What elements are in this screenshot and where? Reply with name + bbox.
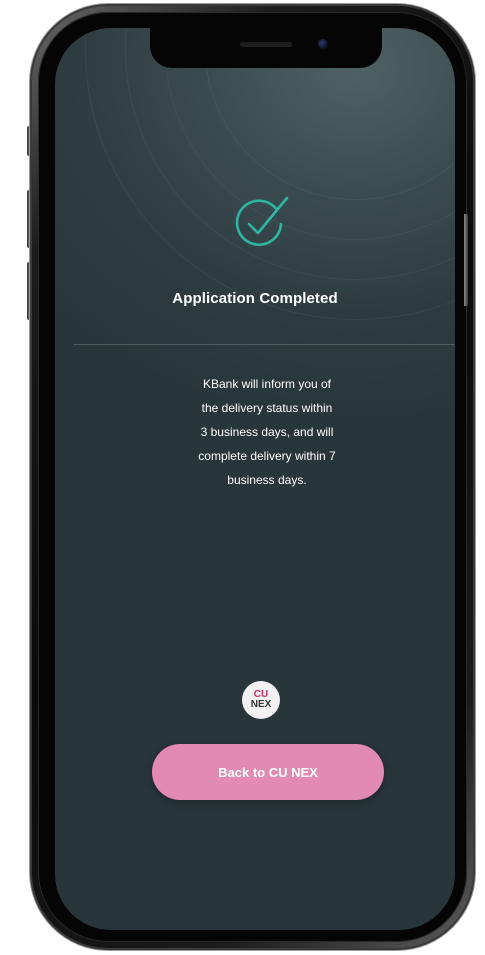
speaker-grille [240,42,292,47]
message-line: complete delivery within 7 [198,449,336,463]
message-line: the delivery status within [201,401,333,415]
logo-text-nex: NEX [250,699,272,710]
message-line: KBank will inform you of [202,377,332,391]
background-ripple [85,28,455,320]
back-to-cu-nex-button[interactable]: Back to CU NEX [152,744,384,800]
cu-nex-logo: CU NEX [242,681,280,719]
page: Application Completed KBank will inform … [0,0,485,955]
message-line: 3 business days, and will [200,425,334,439]
divider [73,344,455,345]
front-camera [318,39,328,49]
phone-screen: Application Completed KBank will inform … [55,28,455,930]
phone-notch [150,28,382,68]
page-title: Application Completed [172,290,338,307]
phone-power-button [464,214,468,306]
checkmark-circle-icon [235,196,289,246]
status-message: KBank will inform you of the delivery st… [155,372,379,492]
message-line: business days. [227,473,307,487]
